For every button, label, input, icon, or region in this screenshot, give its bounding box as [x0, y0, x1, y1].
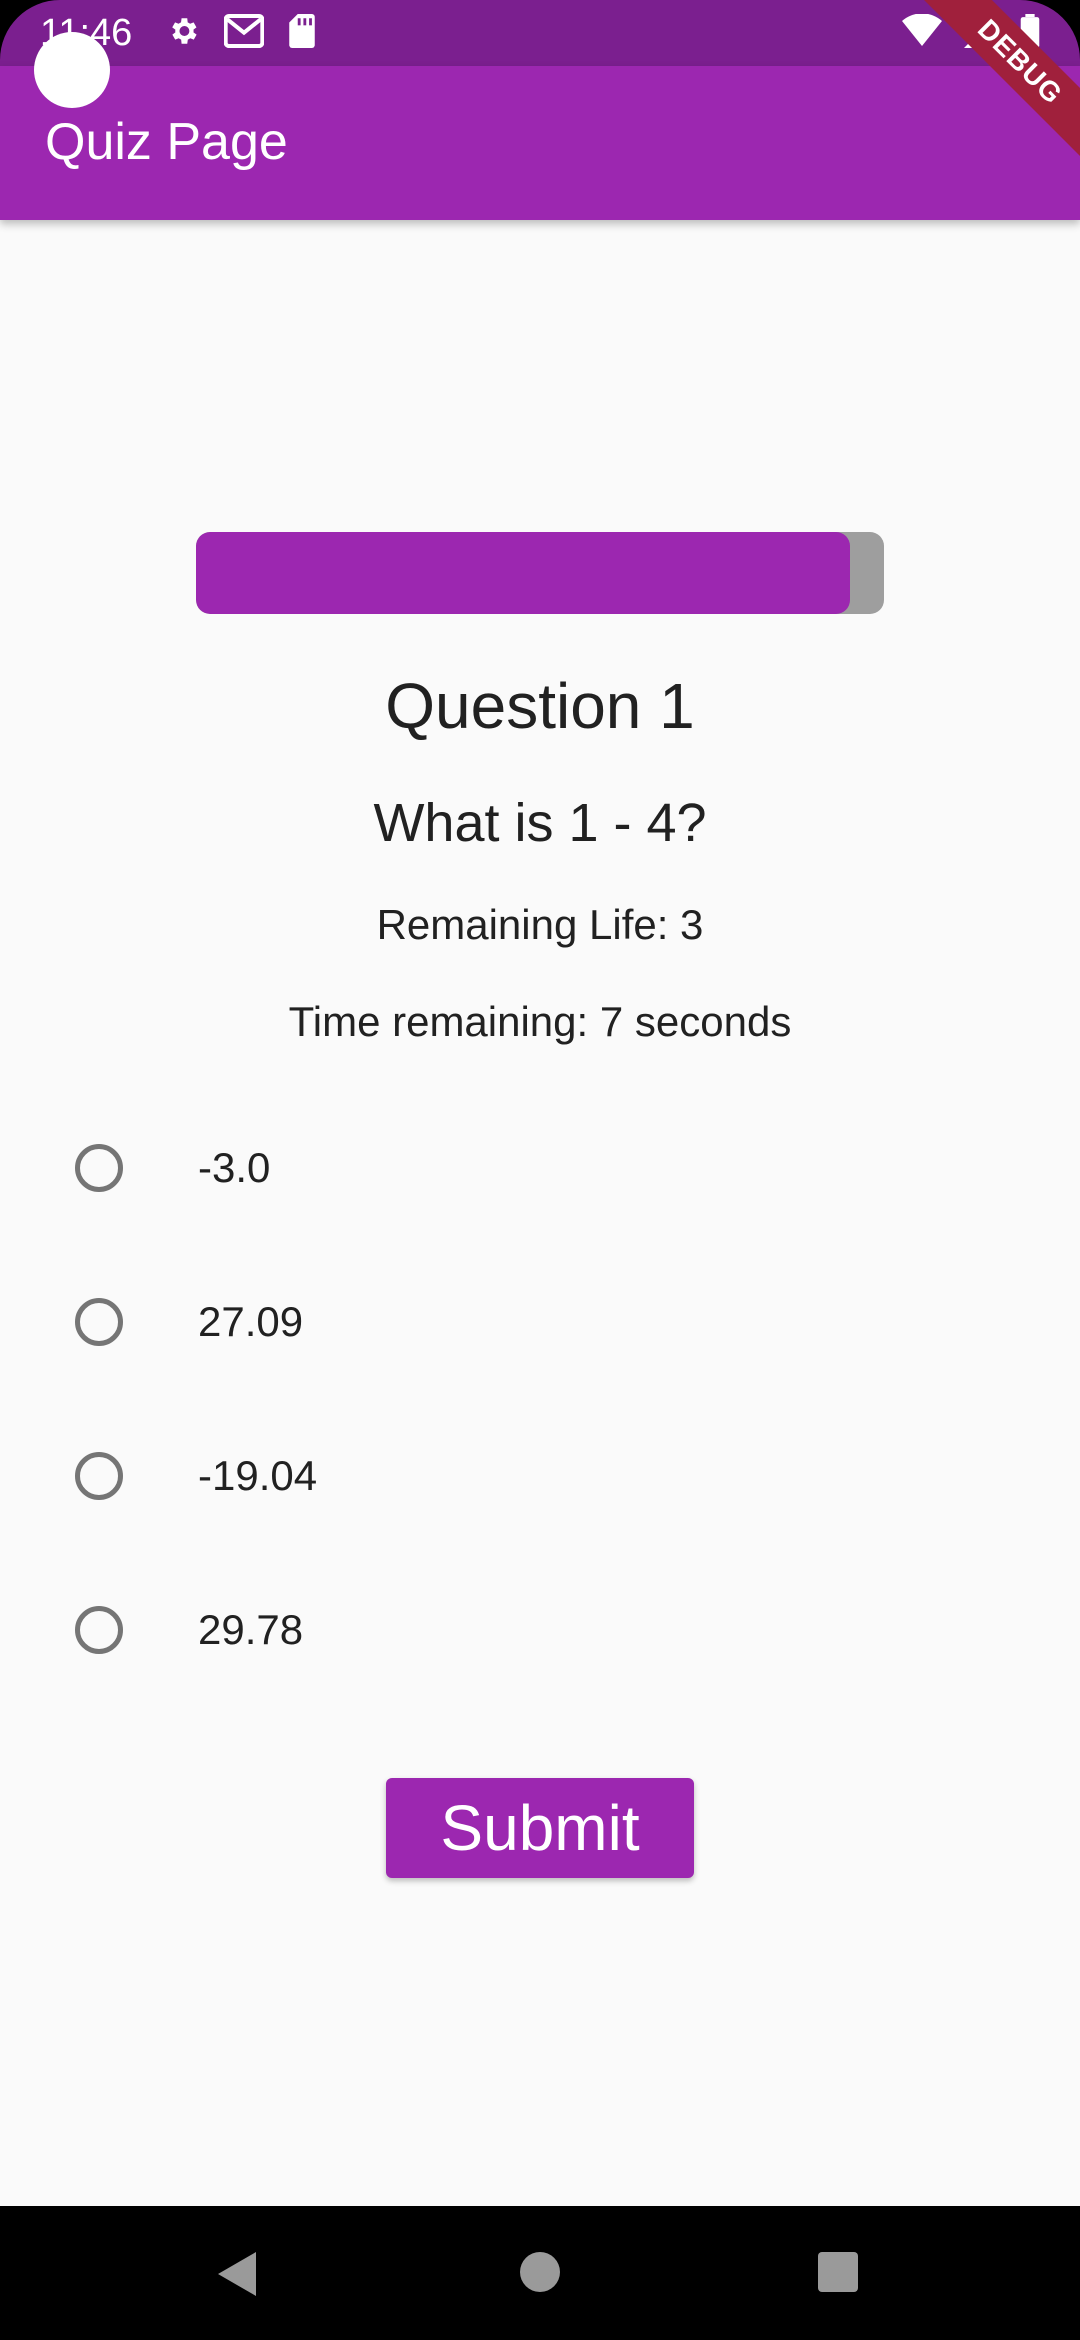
answer-option[interactable]: 29.78: [0, 1565, 1080, 1695]
answer-option[interactable]: -19.04: [0, 1411, 1080, 1541]
screen-corner: [1020, 2280, 1080, 2340]
quiz-screen: 11:46 Quiz Page DEBUG Question 1 What is…: [0, 0, 1080, 2340]
radio-button[interactable]: [75, 1144, 123, 1192]
remaining-life: Remaining Life: 3: [376, 901, 704, 948]
answer-option[interactable]: 27.09: [0, 1257, 1080, 1387]
submit-button[interactable]: Submit: [386, 1778, 694, 1878]
screen-corner: [0, 0, 60, 60]
radio-button[interactable]: [75, 1452, 123, 1500]
home-icon[interactable]: [520, 2252, 560, 2292]
answer-option[interactable]: -3.0: [0, 1103, 1080, 1233]
app-bar: Quiz Page: [0, 66, 1080, 220]
status-bar: 11:46: [0, 0, 1080, 66]
radio-button[interactable]: [75, 1298, 123, 1346]
answer-option-label: 27.09: [198, 1298, 304, 1345]
answer-option-label: 29.78: [198, 1606, 304, 1653]
screen-corner: [1020, 0, 1080, 60]
question-text: What is 1 - 4?: [373, 793, 707, 853]
gear-icon: [172, 18, 197, 44]
back-icon[interactable]: [218, 2252, 256, 2296]
recents-icon[interactable]: [818, 2252, 858, 2292]
answer-option-label: -19.04: [198, 1452, 318, 1499]
timer-progress-fill: [196, 532, 850, 614]
question-number: Question 1: [385, 670, 695, 742]
app-title: Quiz Page: [45, 113, 288, 171]
gmail-icon: [224, 14, 264, 48]
timer-progress-bar: [196, 532, 884, 614]
time-remaining: Time remaining: 7 seconds: [288, 998, 792, 1045]
sd-card-icon: [289, 14, 315, 48]
wifi-icon: [902, 14, 942, 46]
answer-option-label: -3.0: [198, 1144, 271, 1191]
system-nav-bar: [0, 2206, 1080, 2340]
status-icons-left: [166, 14, 316, 48]
radio-button[interactable]: [75, 1606, 123, 1654]
screen-corner: [0, 2280, 60, 2340]
